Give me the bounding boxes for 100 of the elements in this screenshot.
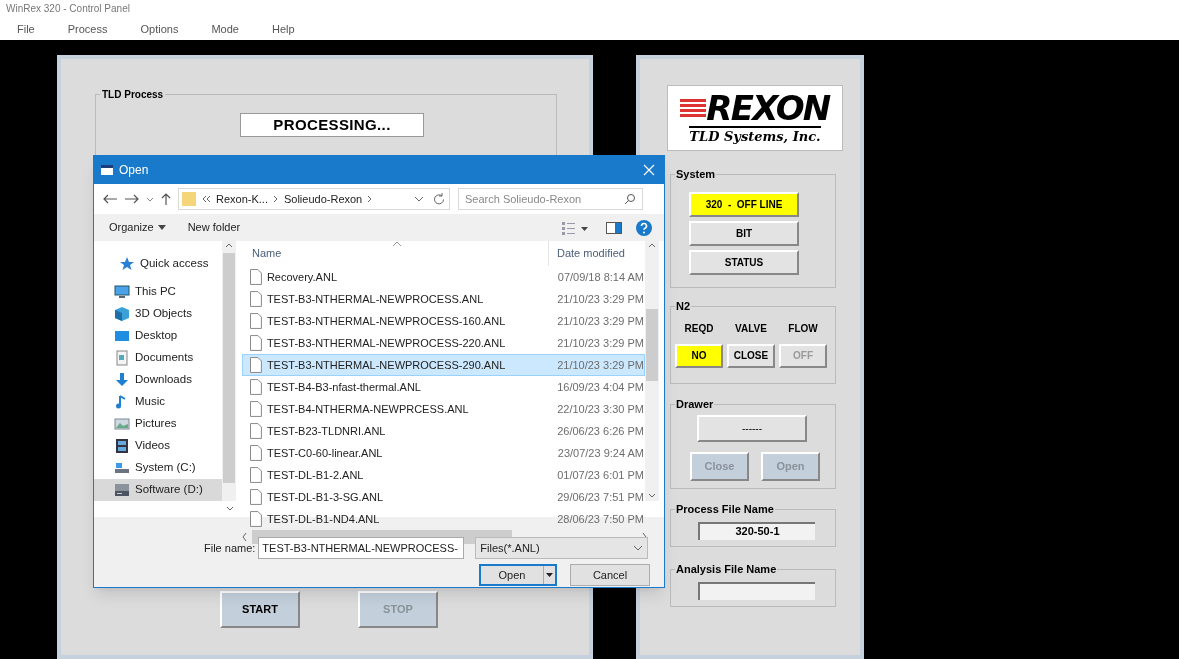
menu-item[interactable]: Options: [137, 21, 182, 38]
file-row[interactable]: TEST-B4-B3-nfast-thermal.ANL 16/09/23 4:04 PM: [242, 376, 645, 398]
nav-item[interactable]: Documents: [94, 347, 222, 369]
nav-item[interactable]: 3D Objects: [94, 303, 222, 325]
file-icon: [250, 269, 262, 285]
scroll-thumb[interactable]: [223, 253, 235, 483]
nav-item[interactable]: Desktop: [94, 325, 222, 347]
file-icon: [250, 357, 262, 373]
column-heading: FLOW: [788, 321, 818, 336]
n2-button[interactable]: CLOSE: [727, 343, 775, 368]
breadcrumb-item[interactable]: Solieudo-Rexon: [283, 190, 363, 208]
file-row[interactable]: TEST-B4-NTHERMA-NEWPRCESS.ANL 22/10/23 3:30 PM: [242, 398, 645, 420]
n2-button[interactable]: NO: [675, 343, 723, 368]
menu-item[interactable]: Help: [268, 21, 298, 38]
file-row[interactable]: TEST-DL-B1-ND4.ANL 28/06/23 7:50 PM: [242, 508, 645, 530]
menu-item[interactable]: Process: [64, 21, 111, 38]
file-row[interactable]: TEST-B23-TLDNRI.ANL 26/06/23 6:26 PM: [242, 420, 645, 442]
nav-item[interactable]: System (C:): [94, 457, 222, 479]
folder-icon: [182, 191, 196, 207]
file-icon: [250, 291, 262, 307]
process-button[interactable]: START: [220, 591, 300, 628]
group-title: Drawer: [675, 397, 715, 412]
search-field[interactable]: Search Solieudo-Rexon: [458, 188, 643, 210]
dialog-title: Open: [119, 162, 149, 179]
column-header[interactable]: Name: [242, 245, 548, 262]
file-name: Recovery.ANL: [266, 269, 338, 285]
nav-item[interactable]: Videos: [94, 435, 222, 457]
nav-item[interactable]: This PC: [94, 281, 222, 303]
chevron-icon: [201, 194, 211, 204]
forward-arrow-icon: [124, 193, 140, 205]
file-icon: [250, 467, 262, 483]
date-modified: 21/10/23 3:29 PM: [556, 357, 644, 373]
film-icon: [114, 438, 130, 454]
system-button[interactable]: 320 - OFF LINE: [689, 191, 799, 217]
open-button[interactable]: Open: [479, 564, 557, 586]
nav-item[interactable]: Downloads: [94, 369, 222, 391]
nav-item[interactable]: Quick access: [94, 253, 222, 275]
cancel-button[interactable]: Cancel: [570, 564, 650, 586]
help-icon: [636, 219, 652, 236]
date-modified: 29/06/23 7:51 PM: [556, 489, 644, 505]
scrollbar[interactable]: [222, 241, 236, 501]
scrollbar[interactable]: [645, 241, 659, 501]
file-name: TEST-B23-TLDNRI.ANL: [266, 423, 387, 439]
desktop-icon: [114, 328, 130, 344]
drawer-button[interactable]: ------: [697, 414, 807, 442]
file-row[interactable]: TEST-B3-NTHERMAL-NEWPROCESS.ANL 21/10/23 3:29 PM: [242, 288, 645, 310]
file-name: TEST-C0-60-linear.ANL: [266, 445, 384, 461]
group-title: Analysis File Name: [675, 562, 778, 577]
document-icon: [114, 350, 130, 366]
file-icon: [250, 423, 262, 439]
address-bar[interactable]: Rexon-K... Solieudo-Rexon: [178, 188, 450, 210]
status-display: PROCESSING...: [240, 113, 424, 137]
scroll-thumb[interactable]: [646, 309, 658, 381]
group-title: N2: [675, 299, 692, 314]
file-name: TEST-B3-NTHERMAL-NEWPROCESS-220.ANL: [266, 335, 507, 351]
file-row[interactable]: TEST-B3-NTHERMAL-NEWPROCESS-160.ANL 21/10/23 3:29 PM: [242, 310, 645, 332]
chevron-right-icon: [367, 194, 374, 204]
file-name-field: 320-50-1: [698, 521, 815, 540]
pane-icon: [606, 221, 622, 234]
system-button[interactable]: STATUS: [689, 249, 799, 275]
scroll-left-icon: [240, 532, 248, 542]
file-icon: [250, 445, 262, 461]
file-type-dropdown[interactable]: Files(*.ANL): [475, 537, 649, 559]
date-modified: 07/09/18 8:14 AM: [556, 269, 644, 285]
window-icon: [100, 164, 114, 176]
new-folder-button[interactable]: New folder: [187, 219, 241, 236]
group-title: System: [675, 167, 717, 182]
file-row[interactable]: TEST-C0-60-linear.ANL 23/07/23 9:24 AM: [242, 442, 645, 464]
file-row[interactable]: TEST-B3-NTHERMAL-NEWPROCESS-290.ANL 21/10/23 3:29 PM: [242, 354, 645, 376]
sort-caret-icon: [392, 241, 402, 247]
date-modified: 26/06/23 6:26 PM: [556, 423, 644, 439]
file-row[interactable]: TEST-DL-B1-3-SG.ANL 29/06/23 7:51 PM: [242, 486, 645, 508]
view-icon: [562, 220, 590, 235]
logo-tagline: TLD Systems, Inc.: [689, 126, 821, 146]
download-icon: [114, 372, 130, 388]
nav-item[interactable]: Software (D:): [94, 479, 222, 501]
file-icon: [250, 379, 262, 395]
file-name: TEST-DL-B1-3-SG.ANL: [266, 489, 385, 505]
column-heading: REQD: [684, 321, 714, 336]
file-row[interactable]: Recovery.ANL 07/09/18 8:14 AM: [242, 266, 645, 288]
group-title: Process File Name: [675, 502, 775, 517]
menu-item[interactable]: Mode: [208, 21, 242, 38]
organize-menu[interactable]: Organize: [109, 219, 154, 236]
nav-item[interactable]: Music: [94, 391, 222, 413]
drive-icon: [114, 482, 130, 498]
file-name: TEST-B4-B3-nfast-thermal.ANL: [266, 379, 422, 395]
window-title: WinRex 320 - Control Panel: [5, 2, 131, 16]
breadcrumb-item[interactable]: Rexon-K...: [216, 190, 268, 208]
menu-item[interactable]: File: [14, 21, 38, 38]
file-row[interactable]: TEST-B3-NTHERMAL-NEWPROCESS-220.ANL 21/10/23 3:29 PM: [242, 332, 645, 354]
nav-item[interactable]: Pictures: [94, 413, 222, 435]
logo-wordmark: REXON: [706, 90, 830, 126]
file-row[interactable]: TEST-DL-B1-2.ANL 01/07/23 6:01 PM: [242, 464, 645, 486]
stripes-icon: [680, 97, 707, 119]
field-label: File name:: [204, 540, 256, 556]
system-button[interactable]: BIT: [689, 220, 799, 246]
date-modified: 21/10/23 3:29 PM: [556, 291, 644, 307]
file-name-field[interactable]: TEST-B3-NTHERMAL-NEWPROCESS-: [258, 537, 465, 559]
monitor-icon: [114, 284, 130, 300]
file-icon: [250, 313, 262, 329]
